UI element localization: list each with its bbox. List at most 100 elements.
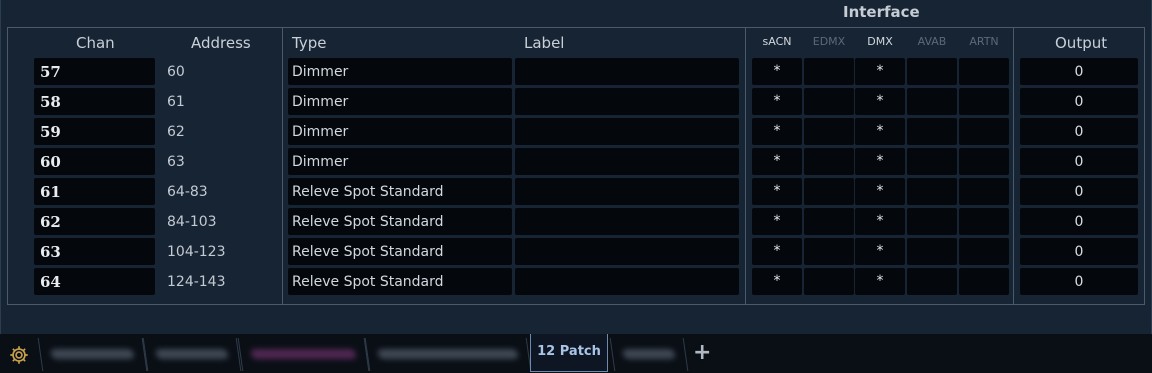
output-cell: 0	[1020, 88, 1138, 115]
interface-cell-dmx[interactable]: *	[855, 268, 905, 295]
channel-cell[interactable]: 64	[34, 268, 155, 295]
address-cell[interactable]: 64-83	[167, 178, 208, 206]
address-cell[interactable]: 124-143	[167, 268, 226, 296]
interface-cell-sacn[interactable]: *	[752, 148, 802, 175]
interface-header-avab[interactable]: AVAB	[907, 35, 957, 48]
interface-cell-avab[interactable]	[907, 208, 957, 235]
table-row[interactable]: 60 63 Dimmer * * 0	[0, 148, 1150, 176]
label-cell[interactable]	[515, 238, 739, 265]
label-cell[interactable]	[515, 268, 739, 295]
type-cell[interactable]: Releve Spot Standard	[288, 178, 512, 205]
interface-cell-avab[interactable]	[907, 58, 957, 85]
gear-icon[interactable]	[8, 344, 30, 366]
channel-cell[interactable]: 62	[34, 208, 155, 235]
interface-cell-dmx[interactable]: *	[855, 148, 905, 175]
interface-cell-artn[interactable]	[959, 58, 1009, 85]
interface-cell-artn[interactable]	[959, 268, 1009, 295]
interface-cell-avab[interactable]	[907, 268, 957, 295]
table-row[interactable]: 58 61 Dimmer * * 0	[0, 88, 1150, 116]
channel-cell[interactable]: 58	[34, 88, 155, 115]
channel-cell[interactable]: 63	[34, 238, 155, 265]
interface-cell-edmx[interactable]	[804, 88, 854, 115]
interface-cell-dmx[interactable]: *	[855, 58, 905, 85]
channel-cell[interactable]: 60	[34, 148, 155, 175]
interface-header-edmx[interactable]: EDMX	[804, 35, 854, 48]
interface-cell-edmx[interactable]	[804, 178, 854, 205]
interface-cell-sacn[interactable]: *	[752, 58, 802, 85]
chan-header[interactable]: Chan	[76, 34, 115, 52]
tab-blurred[interactable]	[237, 338, 370, 371]
table-row[interactable]: 57 60 Dimmer * * 0	[0, 58, 1150, 86]
interface-cell-artn[interactable]	[959, 88, 1009, 115]
label-cell[interactable]	[515, 148, 739, 175]
address-cell[interactable]: 60	[167, 58, 185, 86]
type-cell[interactable]: Releve Spot Standard	[288, 208, 512, 235]
interface-cell-avab[interactable]	[907, 88, 957, 115]
interface-cell-avab[interactable]	[907, 178, 957, 205]
channel-cell[interactable]: 57	[34, 58, 155, 85]
output-cell: 0	[1020, 208, 1138, 235]
interface-cell-dmx[interactable]: *	[855, 238, 905, 265]
channel-cell[interactable]: 61	[34, 178, 155, 205]
label-cell[interactable]	[515, 208, 739, 235]
label-cell[interactable]	[515, 118, 739, 145]
type-cell[interactable]: Dimmer	[288, 88, 512, 115]
tab-blurred[interactable]	[37, 338, 148, 371]
tab-blurred[interactable]	[609, 338, 689, 371]
interface-cell-sacn[interactable]: *	[752, 178, 802, 205]
interface-cell-avab[interactable]	[907, 118, 957, 145]
label-cell[interactable]	[515, 58, 739, 85]
interface-cell-dmx[interactable]: *	[855, 118, 905, 145]
channel-cell[interactable]: 59	[34, 118, 155, 145]
interface-cell-edmx[interactable]	[804, 118, 854, 145]
interface-header-dmx[interactable]: DMX	[855, 35, 905, 48]
tab-blurred[interactable]	[364, 338, 532, 371]
address-cell[interactable]: 104-123	[167, 238, 226, 266]
label-cell[interactable]	[515, 88, 739, 115]
type-cell[interactable]: Dimmer	[288, 58, 512, 85]
interface-cell-artn[interactable]	[959, 118, 1009, 145]
interface-cell-edmx[interactable]	[804, 268, 854, 295]
interface-cell-dmx[interactable]: *	[855, 208, 905, 235]
interface-cell-edmx[interactable]	[804, 148, 854, 175]
output-header[interactable]: Output	[1055, 34, 1107, 52]
interface-header-artn[interactable]: ARTN	[959, 35, 1009, 48]
interface-cell-dmx[interactable]: *	[855, 88, 905, 115]
interface-cell-sacn[interactable]: *	[752, 238, 802, 265]
type-header[interactable]: Type	[292, 34, 326, 52]
table-row[interactable]: 59 62 Dimmer * * 0	[0, 118, 1150, 146]
interface-header-sacn[interactable]: sACN	[752, 35, 802, 48]
address-cell[interactable]: 63	[167, 148, 185, 176]
interface-cell-sacn[interactable]: *	[752, 118, 802, 145]
tab-patch[interactable]: 12 Patch	[530, 334, 608, 372]
label-header[interactable]: Label	[524, 34, 564, 52]
interface-cell-avab[interactable]	[907, 238, 957, 265]
address-cell[interactable]: 61	[167, 88, 185, 116]
add-tab-button[interactable]: +	[693, 340, 711, 365]
interface-cell-sacn[interactable]: *	[752, 208, 802, 235]
table-row[interactable]: 61 64-83 Releve Spot Standard * * 0	[0, 178, 1150, 206]
address-cell[interactable]: 62	[167, 118, 185, 146]
interface-cell-artn[interactable]	[959, 148, 1009, 175]
interface-cell-edmx[interactable]	[804, 58, 854, 85]
type-cell[interactable]: Dimmer	[288, 118, 512, 145]
interface-cell-sacn[interactable]: *	[752, 268, 802, 295]
table-row[interactable]: 63 104-123 Releve Spot Standard * * 0	[0, 238, 1150, 266]
tab-blurred[interactable]	[142, 338, 242, 371]
interface-cell-sacn[interactable]: *	[752, 88, 802, 115]
table-row[interactable]: 62 84-103 Releve Spot Standard * * 0	[0, 208, 1150, 236]
interface-cell-avab[interactable]	[907, 148, 957, 175]
type-cell[interactable]: Releve Spot Standard	[288, 268, 512, 295]
interface-cell-edmx[interactable]	[804, 238, 854, 265]
address-header[interactable]: Address	[191, 34, 251, 52]
interface-cell-edmx[interactable]	[804, 208, 854, 235]
type-cell[interactable]: Releve Spot Standard	[288, 238, 512, 265]
interface-cell-artn[interactable]	[959, 238, 1009, 265]
interface-cell-artn[interactable]	[959, 178, 1009, 205]
interface-cell-artn[interactable]	[959, 208, 1009, 235]
label-cell[interactable]	[515, 178, 739, 205]
table-row[interactable]: 64 124-143 Releve Spot Standard * * 0	[0, 268, 1150, 296]
address-cell[interactable]: 84-103	[167, 208, 217, 236]
interface-cell-dmx[interactable]: *	[855, 178, 905, 205]
type-cell[interactable]: Dimmer	[288, 148, 512, 175]
